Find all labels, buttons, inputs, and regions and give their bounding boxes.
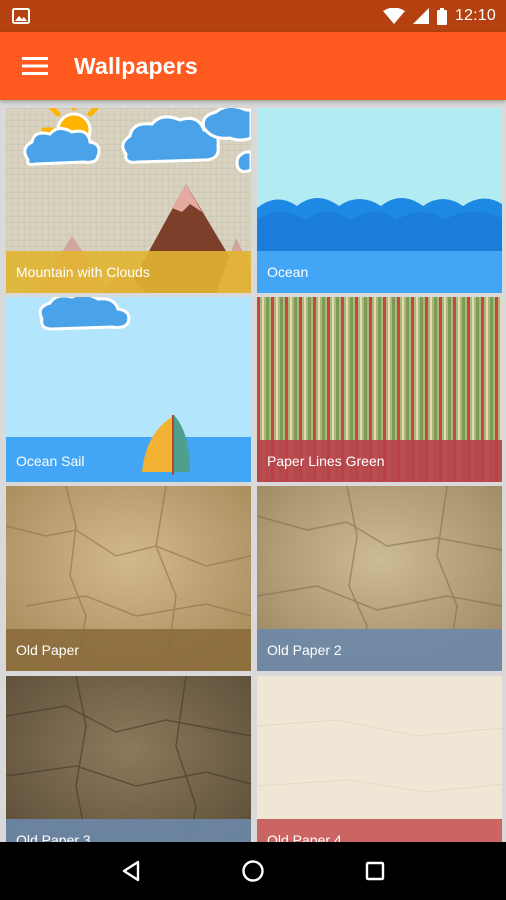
back-button[interactable] bbox=[106, 846, 156, 896]
hamburger-menu-icon bbox=[22, 57, 48, 75]
wallpaper-grid: Mountain with Clouds Ocean Ocean Sail Pa… bbox=[0, 100, 506, 842]
wallpaper-label: Old Paper bbox=[16, 642, 80, 658]
wallpaper-label: Paper Lines Green bbox=[267, 453, 385, 469]
wifi-icon bbox=[382, 8, 405, 24]
wallpaper-thumbnail bbox=[6, 676, 251, 842]
wallpaper-tile-old-paper-4[interactable]: Old Paper 4 bbox=[257, 676, 502, 842]
recents-icon bbox=[365, 861, 385, 881]
cellular-signal-icon bbox=[412, 8, 429, 24]
recents-button[interactable] bbox=[350, 846, 400, 896]
home-button[interactable] bbox=[228, 846, 278, 896]
back-icon bbox=[122, 860, 140, 882]
home-icon bbox=[242, 860, 264, 882]
wallpaper-tile-old-paper[interactable]: Old Paper bbox=[6, 486, 251, 671]
app-bar: Wallpapers bbox=[0, 32, 506, 100]
wallpaper-tile-ocean-sail[interactable]: Ocean Sail bbox=[6, 297, 251, 482]
system-navigation-bar bbox=[0, 842, 506, 900]
wallpaper-tile-paper-lines-green[interactable]: Paper Lines Green bbox=[257, 297, 502, 482]
wallpaper-thumbnail bbox=[257, 676, 502, 842]
clock: 12:10 bbox=[454, 7, 496, 24]
page-title: Wallpapers bbox=[74, 52, 198, 79]
menu-button[interactable] bbox=[0, 32, 70, 100]
wallpaper-tile-mountain-with-clouds[interactable]: Mountain with Clouds bbox=[6, 108, 251, 293]
wallpaper-label: Ocean bbox=[267, 264, 309, 280]
wallpaper-label: Old Paper 3 bbox=[16, 832, 91, 842]
battery-icon bbox=[436, 7, 447, 25]
wallpaper-tile-old-paper-2[interactable]: Old Paper 2 bbox=[257, 486, 502, 671]
wallpaper-label: Ocean Sail bbox=[16, 453, 85, 469]
status-bar: 12:10 bbox=[0, 0, 506, 32]
wallpaper-label: Old Paper 4 bbox=[267, 832, 342, 842]
wallpaper-label: Mountain with Clouds bbox=[16, 264, 150, 280]
wallpaper-tile-old-paper-3[interactable]: Old Paper 3 bbox=[6, 676, 251, 842]
wallpaper-label: Old Paper 2 bbox=[267, 642, 342, 658]
image-notification-icon bbox=[12, 8, 30, 24]
wallpaper-tile-ocean[interactable]: Ocean bbox=[257, 108, 502, 293]
